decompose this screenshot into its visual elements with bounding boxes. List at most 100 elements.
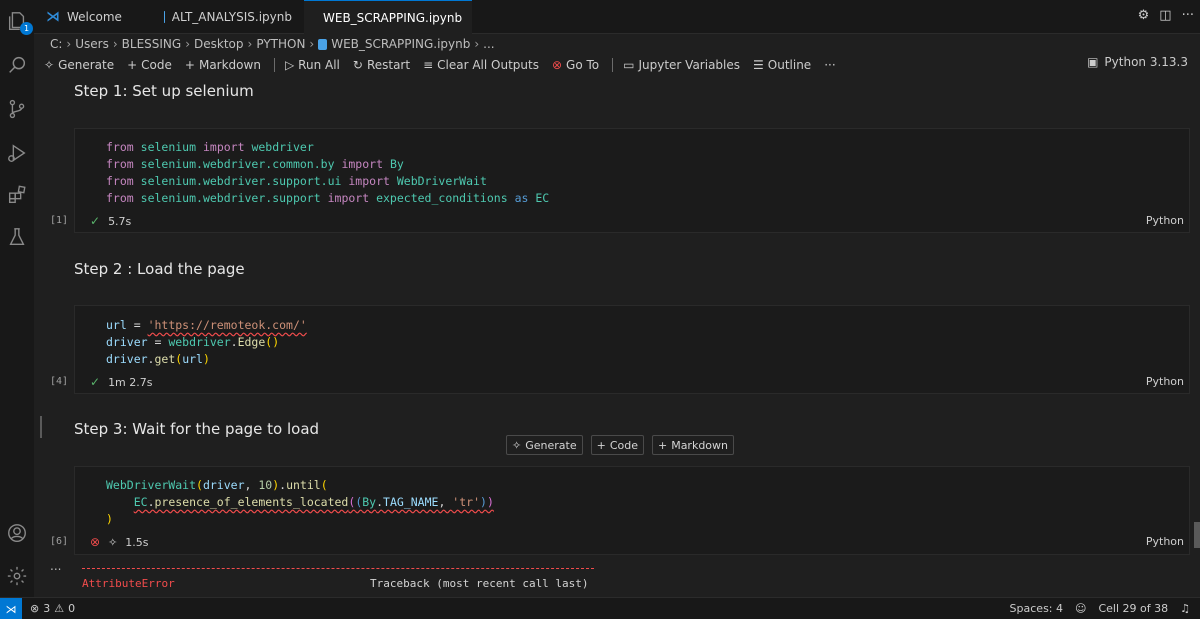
markdown-cell-3[interactable]: Step 3: Wait for the page to load (74, 420, 319, 438)
cell-insert-toolbar: ✧ Generate + Code + Markdown (506, 435, 735, 455)
clear-all-label: Clear All Outputs (437, 58, 539, 72)
code-editor-3[interactable]: WebDriverWait(driver, 10).until( EC.pres… (106, 477, 494, 528)
more-toolbar-button[interactable]: ··· (824, 58, 835, 72)
generate-button[interactable]: ✧ Generate (44, 58, 114, 72)
breadcrumb-item[interactable]: PYTHON (256, 37, 305, 51)
cell-status: ✓ 5.7s (90, 214, 131, 228)
toolbar-divider (273, 58, 275, 72)
problems-indicator[interactable]: ⊗ 3 ⚠ 0 (30, 602, 75, 615)
code-editor-2[interactable]: url = 'https://remoteok.com/' driver = w… (106, 317, 307, 368)
breadcrumb: C: › Users › BLESSING › Desktop › PYTHON… (50, 35, 495, 53)
warning-count: 0 (68, 602, 76, 615)
activity-bar: 1 (0, 0, 34, 597)
error-circle-icon: ⊗ (90, 535, 101, 549)
tab-web-scrapping[interactable]: WEB_SCRAPPING.ipynb (304, 0, 472, 34)
insert-markdown-button[interactable]: + Markdown (651, 435, 735, 455)
generate-label: Generate (58, 58, 115, 72)
code-label: Code (141, 58, 172, 72)
tab-label: WEB_SCRAPPING.ipynb (323, 10, 463, 25)
remote-icon[interactable]: ⋊ (0, 598, 22, 619)
output-more-actions[interactable]: ... (50, 559, 61, 573)
cell-language[interactable]: Python (1146, 375, 1184, 388)
kernel-label: Python 3.13.3 (1104, 55, 1188, 69)
settings-gear-icon[interactable] (4, 563, 30, 589)
plus-icon: + (657, 438, 668, 452)
extensions-icon[interactable] (4, 182, 30, 208)
restart-button[interactable]: ↻ Restart (353, 58, 410, 72)
sparkle-icon[interactable]: ✧ (108, 536, 117, 549)
vscode-logo-icon: ⋊ (46, 9, 60, 25)
insert-generate-label: Generate (525, 438, 577, 452)
kernel-icon: ▣ (1087, 55, 1099, 69)
more-actions-icon[interactable]: ··· (1182, 8, 1194, 23)
breadcrumb-item[interactable]: BLESSING (122, 37, 182, 51)
error-count: 3 (43, 602, 51, 615)
cell-language[interactable]: Python (1146, 214, 1184, 227)
cell-language[interactable]: Python (1146, 535, 1184, 548)
breadcrumb-item[interactable]: Users (75, 37, 109, 51)
chevron-right-icon: › (66, 37, 72, 51)
notebook-file-icon (318, 38, 328, 50)
check-icon: ✓ (90, 214, 101, 228)
cell-duration: 5.7s (108, 214, 132, 228)
insert-generate-button[interactable]: ✧ Generate (506, 435, 583, 455)
markdown-label: Markdown (198, 58, 261, 72)
add-markdown-button[interactable]: + Markdown (185, 58, 261, 72)
explorer-badge: 1 (20, 22, 33, 35)
chevron-right-icon: › (247, 37, 253, 51)
jupyter-variables-button[interactable]: ▭ Jupyter Variables (623, 58, 740, 72)
plus-icon: + (184, 58, 195, 72)
restart-label: Restart (366, 58, 411, 72)
account-icon[interactable] (4, 520, 30, 546)
breadcrumb-item[interactable]: ... (483, 37, 494, 51)
variables-icon: ▭ (623, 58, 635, 72)
cell-duration: 1m 2.7s (108, 375, 153, 389)
clear-all-outputs-button[interactable]: ≡ Clear All Outputs (423, 58, 539, 72)
tab-welcome[interactable]: ⋊ Welcome (34, 0, 152, 34)
tab-label: Welcome (67, 10, 122, 24)
warning-icon: ⚠ (54, 602, 65, 615)
search-icon[interactable] (4, 52, 30, 78)
scrollbar-thumb[interactable] (1194, 522, 1200, 548)
split-editor-icon[interactable]: ◫ (1159, 8, 1171, 23)
plus-icon: + (127, 58, 138, 72)
go-to-button[interactable]: ⊗ Go To (552, 58, 599, 72)
notebook-file-icon (164, 11, 165, 23)
gear-icon[interactable]: ⚙ (1138, 8, 1150, 23)
execution-count: [4] (50, 376, 69, 387)
tab-alt-analysis[interactable]: ALT_ANALYSIS.ipynb (152, 0, 304, 34)
indentation-indicator[interactable]: Spaces: 4 (1010, 602, 1063, 615)
notifications-bell-icon[interactable]: ♫ (1180, 602, 1190, 615)
status-right: Spaces: 4 ☺ Cell 29 of 38 ♫ (1010, 602, 1190, 615)
breadcrumb-item[interactable]: Desktop (194, 37, 244, 51)
run-all-button[interactable]: ▷ Run All (285, 58, 340, 72)
markdown-cell-2[interactable]: Step 2 : Load the page (74, 260, 245, 278)
execution-count: [1] (50, 215, 69, 226)
cell-position[interactable]: Cell 29 of 38 (1098, 602, 1168, 615)
outline-button[interactable]: ☰ Outline (753, 58, 811, 72)
editor-actions: ⚙ ◫ ··· (1138, 8, 1194, 23)
breadcrumb-item[interactable]: C: (50, 37, 62, 51)
breadcrumb-item[interactable]: WEB_SCRAPPING.ipynb (331, 37, 470, 51)
cell-duration: 1.5s (125, 535, 149, 549)
chevron-right-icon: › (185, 37, 191, 51)
go-to-label: Go To (566, 58, 600, 72)
toolbar-divider (612, 58, 614, 72)
code-editor-1[interactable]: from selenium import webdriver from sele… (106, 139, 549, 207)
add-code-button[interactable]: + Code (127, 58, 172, 72)
status-bar: ⋊ ⊗ 3 ⚠ 0 Spaces: 4 ☺ Cell 29 of 38 ♫ (0, 597, 1200, 619)
jupyter-variables-label: Jupyter Variables (638, 58, 741, 72)
tab-bar: ⋊ Welcome ALT_ANALYSIS.ipynb WEB_SCRAPPI… (34, 0, 1200, 34)
run-debug-icon[interactable] (4, 140, 30, 166)
insert-markdown-label: Markdown (671, 438, 729, 452)
testing-icon[interactable] (4, 224, 30, 250)
source-control-icon[interactable] (4, 96, 30, 122)
kernel-picker[interactable]: ▣ Python 3.13.3 (1087, 55, 1188, 69)
insert-code-label: Code (609, 438, 638, 452)
error-name: AttributeError (82, 577, 175, 590)
traceback-header: Traceback (most recent call last) (370, 577, 589, 590)
insert-code-button[interactable]: + Code (590, 435, 644, 455)
run-all-label: Run All (298, 58, 340, 72)
markdown-cell-1[interactable]: Step 1: Set up selenium (74, 82, 254, 100)
copilot-icon[interactable]: ☺ (1075, 602, 1086, 615)
